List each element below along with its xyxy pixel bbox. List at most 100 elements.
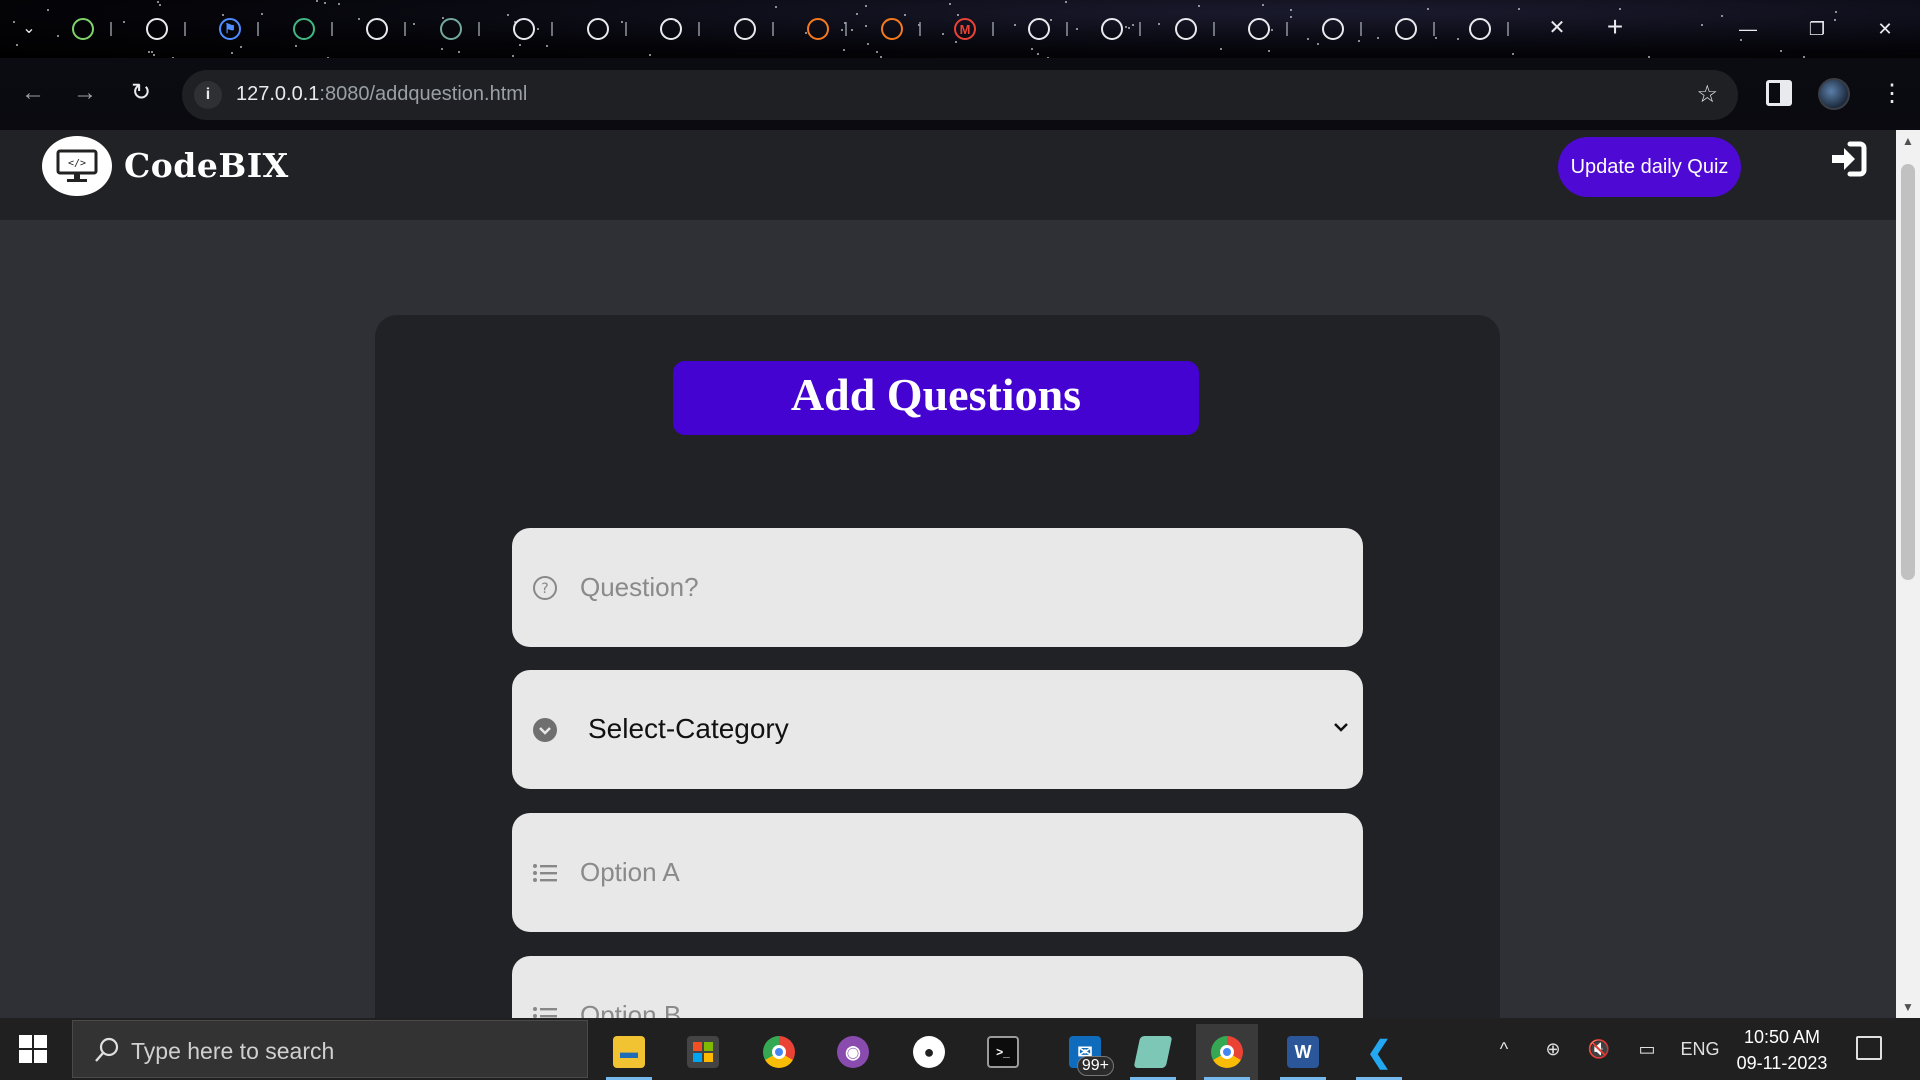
close-tab-icon[interactable]: ✕ <box>1545 16 1569 40</box>
star-dot <box>1131 23 1134 26</box>
microsoft-store-icon[interactable] <box>672 1024 734 1080</box>
globe-icon[interactable] <box>1174 18 1197 40</box>
option-b-input[interactable] <box>580 956 1340 1018</box>
scroll-up-arrow-icon[interactable]: ▲ <box>1896 130 1920 152</box>
profile-avatar[interactable] <box>1818 78 1850 110</box>
chrome-icon[interactable] <box>513 18 535 40</box>
scroll-thumb[interactable] <box>1901 164 1915 580</box>
question-input[interactable] <box>580 528 1340 647</box>
page-scrollbar[interactable]: ▲ ▼ <box>1896 130 1920 1018</box>
word-icon[interactable]: W <box>1272 1024 1334 1080</box>
mail-icon[interactable]: ✉ 99+ <box>1054 1024 1116 1080</box>
tab-separator <box>845 22 847 36</box>
tab-separator <box>771 22 774 36</box>
star-dot <box>148 51 151 54</box>
terminal-icon[interactable]: >_ <box>972 1024 1034 1080</box>
globe-icon[interactable] <box>1321 18 1344 40</box>
battery-icon[interactable]: ▭ <box>1632 1018 1662 1080</box>
globe-icon[interactable] <box>1468 18 1491 40</box>
star-dot <box>1779 49 1782 52</box>
star-dot <box>865 25 868 28</box>
clock-time: 10:50 AM <box>1743 1027 1821 1047</box>
taskbar-search-placeholder: Type here to search <box>131 1038 335 1064</box>
sign-in-icon[interactable] <box>1828 138 1870 180</box>
system-clock[interactable]: 10:50 AM 09-11-2023 <box>1718 1024 1846 1076</box>
taskbar-search[interactable]: Type here to search <box>72 1020 588 1078</box>
star-dot <box>1031 48 1034 51</box>
option-a-field[interactable] <box>512 813 1363 932</box>
star-dot <box>1720 15 1723 18</box>
tab-separator <box>404 22 406 36</box>
show-hidden-icons-chevron-icon[interactable]: ^ <box>1490 1018 1518 1080</box>
globe-icon[interactable] <box>586 18 609 40</box>
star-dot <box>1833 18 1836 21</box>
forward-arrow-icon[interactable]: → <box>68 76 102 110</box>
tab-separator <box>1065 22 1068 36</box>
vscode-icon[interactable]: ❮ <box>1348 1024 1410 1080</box>
reload-icon[interactable]: ↻ <box>124 76 158 110</box>
tab-separator <box>698 22 700 36</box>
chrome-icon[interactable] <box>748 1024 810 1080</box>
vue-icon[interactable] <box>292 18 315 40</box>
language-indicator[interactable]: ENG <box>1680 1018 1720 1080</box>
star-dot <box>621 20 624 23</box>
close-window-icon[interactable]: ✕ <box>1870 14 1900 44</box>
minimize-icon[interactable]: — <box>1733 14 1763 44</box>
scroll-down-arrow-icon[interactable]: ▼ <box>1896 996 1920 1018</box>
star-dot <box>876 50 879 53</box>
github-desktop-icon[interactable]: ◉ <box>822 1024 884 1080</box>
gmail-icon[interactable]: M <box>954 18 976 40</box>
globe-icon[interactable] <box>366 18 388 40</box>
windows-start-icon[interactable] <box>18 1034 48 1064</box>
bookmark-star-icon[interactable]: ☆ <box>1696 81 1718 109</box>
network-globe-icon[interactable]: ⊕ <box>1538 1018 1568 1080</box>
question-field[interactable]: ? <box>512 528 1363 647</box>
tab-separator <box>257 22 259 36</box>
globe-icon[interactable] <box>145 18 168 40</box>
volume-muted-icon[interactable]: 🔇 <box>1584 1018 1614 1080</box>
url-path: :8080/addquestion.html <box>319 83 528 105</box>
star-dot <box>230 52 233 55</box>
brand-name[interactable]: CodeBIX <box>124 146 289 185</box>
update-daily-quiz-button[interactable]: Update daily Quiz <box>1558 137 1741 197</box>
star-dot <box>1834 10 1837 13</box>
new-tab-button[interactable]: + <box>1601 13 1629 42</box>
tab-separator <box>1359 22 1362 36</box>
globe-icon[interactable] <box>1395 18 1417 40</box>
file-explorer-icon[interactable]: ▬ <box>598 1024 660 1080</box>
flag-icon[interactable]: ⚑ <box>219 18 241 40</box>
orange-blocks-icon[interactable] <box>880 18 903 40</box>
chatgpt-icon[interactable] <box>439 18 462 40</box>
notification-center-icon[interactable] <box>1856 1036 1882 1060</box>
mail-badge: 99+ <box>1076 1056 1114 1076</box>
url-host: 127.0.0.1 <box>236 83 320 105</box>
globe-icon[interactable] <box>1248 18 1270 40</box>
globe-icon[interactable] <box>733 18 756 40</box>
star-dot <box>842 48 845 51</box>
github-icon[interactable]: ● <box>898 1024 960 1080</box>
globe-icon[interactable] <box>1101 18 1123 40</box>
option-b-field[interactable] <box>512 956 1363 1018</box>
restore-icon[interactable]: ❐ <box>1802 14 1832 44</box>
url-text[interactable]: 127.0.0.1:8080/addquestion.html <box>236 83 527 106</box>
browser-menu-icon[interactable]: ⋮ <box>1880 78 1904 110</box>
side-panel-icon[interactable] <box>1766 80 1792 106</box>
monitor-logo-icon[interactable]: </> <box>42 136 112 196</box>
globe-icon[interactable] <box>660 18 682 40</box>
umbrella-icon[interactable] <box>72 18 94 40</box>
chrome-active-icon[interactable] <box>1196 1024 1258 1080</box>
notes-app-icon[interactable] <box>1122 1024 1184 1080</box>
back-arrow-icon[interactable]: ← <box>16 76 50 110</box>
site-info-icon[interactable]: i <box>194 81 222 109</box>
chevron-down-icon[interactable] <box>1329 712 1353 742</box>
star-dot <box>866 42 869 45</box>
star-dot <box>1434 37 1437 40</box>
address-bar[interactable]: i 127.0.0.1:8080/addquestion.html ☆ <box>182 70 1738 120</box>
globe-icon[interactable] <box>1027 18 1050 40</box>
question-circle-icon: ? <box>533 576 557 600</box>
orange-blocks-icon[interactable] <box>807 18 829 40</box>
option-a-input[interactable] <box>580 813 1340 932</box>
category-select[interactable]: Select-Category <box>512 670 1363 789</box>
star-dot <box>1271 28 1274 31</box>
tab-search-chevron-icon[interactable]: ⌄ <box>18 18 40 40</box>
